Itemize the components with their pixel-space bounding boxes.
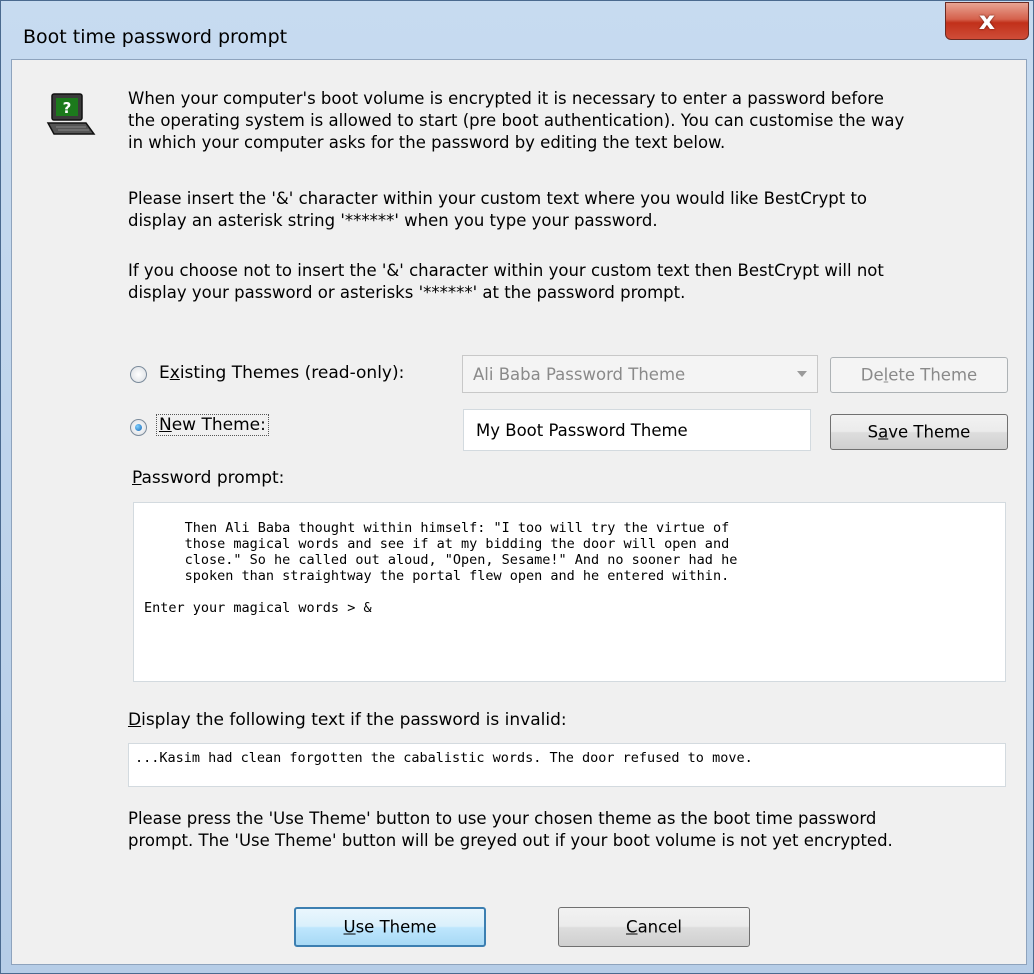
dialog-content: ? When your computer's boot volume is en…	[11, 59, 1027, 965]
close-icon: x	[978, 6, 996, 35]
intro-paragraph-1: When your computer's boot volume is encr…	[128, 89, 905, 152]
close-button[interactable]: x	[945, 2, 1029, 40]
existing-themes-label[interactable]: Existing Themes (read-only):	[159, 363, 404, 383]
invalid-text-label: Display the following text if the passwo…	[128, 710, 567, 730]
password-prompt-textarea[interactable]: Then Ali Baba thought within himself: "I…	[133, 502, 1006, 682]
footer-note: Please press the 'Use Theme' button to u…	[128, 809, 893, 850]
save-theme-button[interactable]: Save Theme	[830, 414, 1008, 450]
title-bar[interactable]: Boot time password prompt x	[1, 1, 1033, 47]
new-theme-label[interactable]: New Theme:	[156, 414, 269, 436]
dialog-window: Boot time password prompt x ? When your …	[0, 0, 1034, 974]
invalid-text-input[interactable]: ...Kasim had clean forgotten the cabalis…	[128, 743, 1006, 787]
password-prompt-text: Then Ali Baba thought within himself: "I…	[144, 520, 738, 616]
new-theme-name-value: My Boot Password Theme	[476, 421, 688, 440]
cancel-label: Cancel	[626, 917, 682, 937]
svg-text:?: ?	[63, 99, 72, 117]
chevron-down-icon	[797, 371, 807, 377]
invalid-text-value: ...Kasim had clean forgotten the cabalis…	[135, 750, 753, 766]
password-prompt-label: Password prompt:	[132, 468, 285, 488]
existing-themes-radio[interactable]	[130, 366, 147, 383]
new-theme-radio[interactable]	[130, 419, 147, 436]
computer-question-icon: ?	[46, 93, 96, 135]
existing-themes-selected: Ali Baba Password Theme	[473, 365, 686, 384]
new-theme-name-input[interactable]: My Boot Password Theme	[463, 409, 811, 451]
delete-theme-button[interactable]: Delete Theme	[830, 357, 1008, 393]
save-theme-label: Save Theme	[867, 422, 971, 442]
use-theme-button[interactable]: Use Theme	[294, 907, 486, 947]
intro-paragraph-3: If you choose not to insert the '&' char…	[128, 261, 884, 302]
delete-theme-label: Delete Theme	[860, 365, 978, 385]
existing-themes-dropdown[interactable]: Ali Baba Password Theme	[462, 355, 818, 393]
cancel-button[interactable]: Cancel	[558, 907, 750, 947]
window-title: Boot time password prompt	[23, 26, 288, 48]
use-theme-label: Use Theme	[343, 917, 437, 937]
intro-paragraph-2: Please insert the '&' character within y…	[128, 189, 868, 230]
